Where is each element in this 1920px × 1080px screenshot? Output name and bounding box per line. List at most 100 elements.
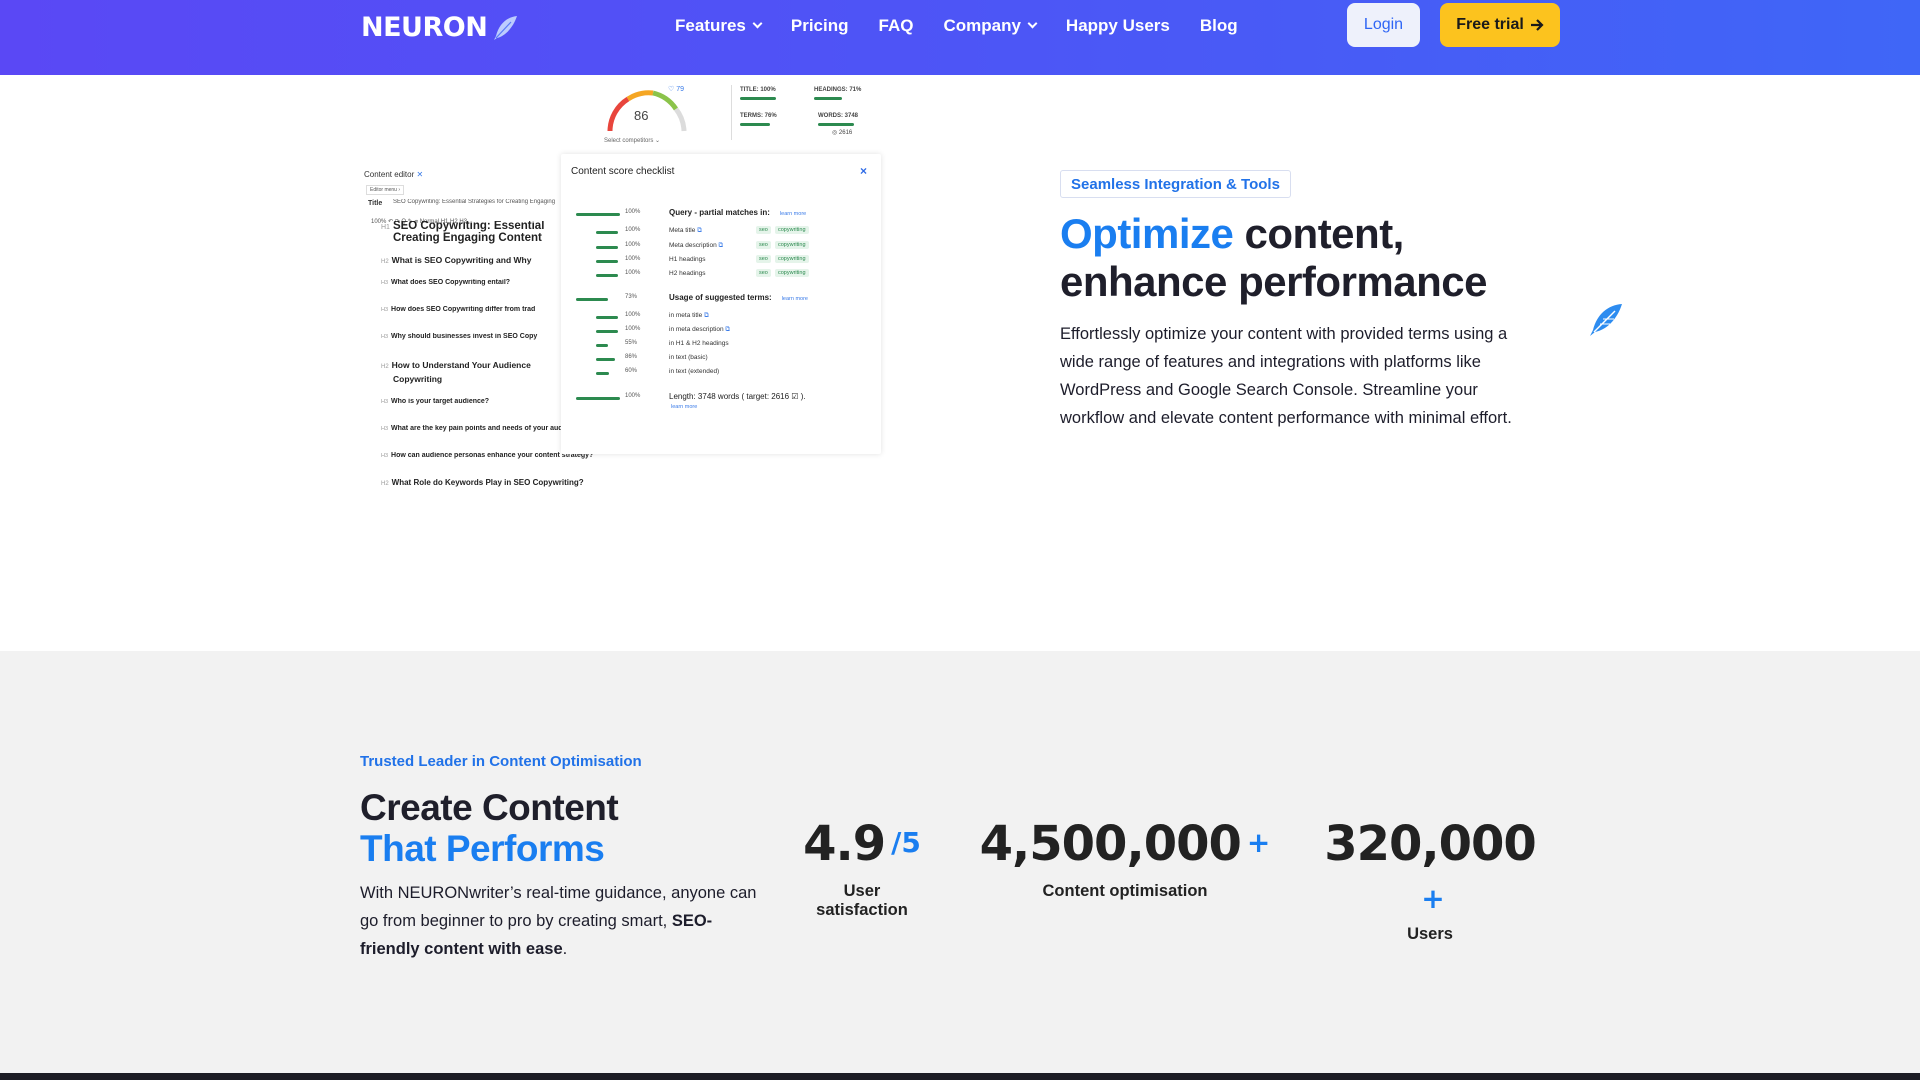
external-link-icon[interactable]: ⧉ (725, 326, 730, 333)
editor-menu-label: Editor menu (370, 187, 397, 193)
heading-highlight: Optimize (1060, 210, 1234, 257)
section-progress-bar (576, 213, 620, 216)
section-pct: 100% (625, 209, 641, 215)
section-badge: Seamless Integration & Tools (1060, 170, 1291, 198)
mini-headings: HEADINGS: 71% (814, 87, 862, 93)
stat-label: Users (1407, 925, 1453, 943)
stat-label: Content optimisation (1042, 882, 1208, 900)
content-score-checklist: Content score checklist × 100% Query - p… (561, 154, 881, 454)
mini-headings-bar (814, 97, 842, 100)
heading-item[interactable]: H2 What is SEO Copywriting and Why (381, 255, 561, 265)
mini-title-bar (740, 97, 776, 100)
nav-company[interactable]: Company (943, 16, 1038, 36)
row-pct: 100% (625, 270, 641, 276)
nav-happy-users-label: Happy Users (1065, 15, 1170, 35)
row-label: in text (extended) (669, 368, 720, 375)
stat-optimisations: 4,500,000 + Content optimisation (975, 816, 1275, 901)
nav-features-label: Features (675, 15, 746, 35)
learn-more-link[interactable]: learn more (671, 404, 697, 410)
external-link-icon[interactable]: ⧉ (704, 312, 709, 319)
nav-faq-label: FAQ (878, 15, 914, 35)
heading-item[interactable]: H3 How does SEO Copywriting differ from t… (381, 306, 561, 313)
checklist-section: 73% Usage of suggested terms: learn more (561, 293, 881, 307)
row-label: in text (basic) (669, 354, 708, 361)
stat-suffix: + (1421, 882, 1445, 915)
external-link-icon[interactable]: ⧉ (697, 227, 702, 234)
nav-blog[interactable]: Blog (1200, 16, 1238, 36)
row-pct: 60% (625, 368, 638, 374)
row-pct: 100% (625, 326, 641, 332)
logo[interactable]: NEURON (361, 12, 519, 43)
term-tag: seo (756, 226, 771, 234)
editor-menu[interactable]: Editor menu › (366, 185, 405, 195)
heading-rest: content, (1233, 210, 1405, 257)
mini-words: WORDS: 3748 (818, 113, 859, 119)
free-trial-button[interactable]: Free trial (1440, 3, 1560, 47)
nav-pricing[interactable]: Pricing (791, 16, 849, 36)
heading-text: What are the key pain points and needs o… (391, 425, 585, 432)
stat-value: 4.9 (803, 816, 886, 872)
nav-happy-users[interactable]: Happy Users (1066, 16, 1170, 36)
trusted-heading-line1: Create Content (360, 787, 619, 828)
row-progress-bar (596, 330, 618, 333)
mini-words-sub-value: 2616 (838, 130, 853, 136)
gauge-score: 86 (634, 108, 649, 123)
row-progress-bar (596, 316, 618, 319)
row-progress-bar (596, 344, 609, 347)
row-pct: 100% (625, 256, 641, 262)
optimize-heading: Optimize content, enhance performance (1060, 210, 1580, 306)
row-progress-bar (596, 274, 618, 277)
checklist-row: 100% H1 headings seo copywriting (561, 255, 881, 269)
editor-title-label: Title (368, 200, 383, 207)
heading-item[interactable]: H2 What Role do Keywords Play in SEO Copy… (381, 478, 681, 487)
heading-item[interactable]: H3 Who is your target audience? (381, 398, 581, 405)
top-navbar: NEURON Features Pricing FAQ Company Happ… (0, 0, 1920, 75)
heading-item[interactable]: H3 What does SEO Copywriting entail? (381, 279, 561, 286)
editor-title: Content editor ✕ (364, 170, 423, 179)
editor-title-field[interactable]: SEO Copywriting: Essential Strategies fo… (393, 199, 563, 205)
checklist-row: 100% H2 headings seo copywriting (561, 269, 881, 283)
editor-title-label: Content editor (364, 170, 415, 179)
stat-label: User satisfaction (816, 882, 908, 919)
optimize-description: Effortlessly optimize your content with … (1060, 325, 1512, 427)
mini-stats: TITLE: 100% HEADINGS: 71% TERMS: 76% WOR… (731, 85, 881, 140)
term-tag: copywriting (775, 269, 809, 277)
row-pct: 100% (625, 227, 641, 233)
heading-text: What does SEO Copywriting entail? (391, 279, 511, 286)
stat-users: 320,000 + Users (1310, 816, 1550, 944)
gauge-badge: ♡ 79 (668, 86, 685, 93)
heading-item[interactable]: H3 Why should businesses invest in SEO Co… (381, 333, 561, 340)
row-progress-bar (596, 231, 618, 234)
section-pct: 100% (625, 393, 641, 399)
stat-value: 4,500,000 (979, 816, 1242, 872)
feather-icon (1590, 304, 1622, 336)
mini-terms-bar (740, 123, 770, 126)
row-label: H1 headings (669, 256, 706, 263)
close-icon[interactable]: ✕ (417, 170, 424, 179)
close-icon[interactable]: × (860, 164, 867, 178)
term-tag: seo (756, 255, 771, 263)
term-tag: copywriting (775, 226, 809, 234)
nav-faq[interactable]: FAQ (879, 16, 914, 36)
heading-text: Who is your target audience? (391, 398, 490, 405)
heading-item[interactable]: H1 SEO Copywriting: Essential Creating En… (381, 221, 561, 244)
heading-item[interactable]: H2 How to Understand Your Audience Copywr… (381, 359, 561, 385)
row-label: H2 headings (669, 270, 706, 277)
learn-more-link[interactable]: learn more (780, 211, 806, 217)
footer-edge (0, 1073, 1920, 1080)
chevron-down-icon (1027, 18, 1038, 28)
heading-line2: enhance performance (1060, 258, 1488, 305)
heading-level: H2 (381, 481, 389, 487)
section-title-text: Query - partial matches in: (669, 208, 770, 217)
trusted-heading-line2: That Performs (360, 828, 605, 869)
nav-features[interactable]: Features (675, 15, 763, 36)
feather-logo-icon (494, 15, 518, 40)
row-label-text: Meta title (669, 227, 696, 234)
external-link-icon[interactable]: ⧉ (719, 242, 724, 249)
learn-more-link[interactable]: learn more (782, 296, 808, 302)
term-tag: copywriting (775, 241, 809, 249)
section-progress-bar (576, 298, 609, 301)
chevron-down-icon (752, 18, 763, 28)
login-button[interactable]: Login (1347, 3, 1420, 47)
row-label: in H1 & H2 headings (669, 340, 729, 347)
